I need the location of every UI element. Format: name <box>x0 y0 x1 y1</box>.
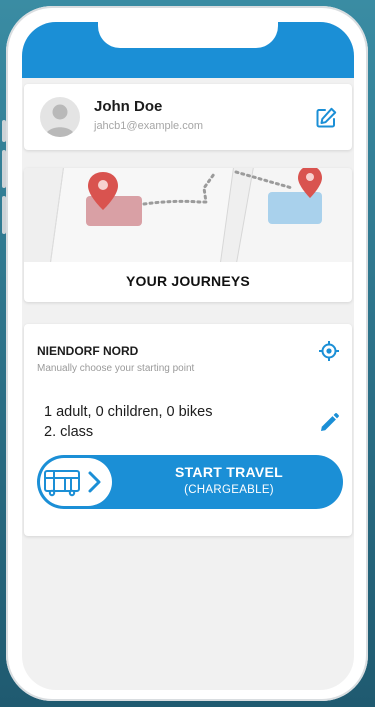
passenger-summary: 1 adult, 0 children, 0 bikes 2. class <box>44 402 212 442</box>
bus-slider-handle[interactable] <box>40 458 112 506</box>
start-travel-label: START TRAVEL <box>174 464 284 480</box>
journeys-title: YOUR JOURNEYS <box>126 273 250 289</box>
station-name[interactable]: NIENDORF NORD <box>37 344 138 358</box>
bus-icon <box>44 470 80 497</box>
chargeable-label: (CHARGEABLE) <box>184 484 274 496</box>
start-travel-label-group: START TRAVEL (CHARGEABLE) <box>131 464 327 496</box>
start-travel-button[interactable]: START TRAVEL (CHARGEABLE) <box>37 455 343 509</box>
user-email: jahcb1@example.com <box>94 120 203 132</box>
avatar-icon <box>40 97 80 137</box>
pencil-icon[interactable] <box>318 412 340 434</box>
journeys-map-illustration <box>24 168 352 267</box>
trip-card: NIENDORF NORD Manually choose your start… <box>24 324 352 536</box>
phone-frame: John Doe jahcb1@example.com YOUR JOURNEY… <box>6 6 368 701</box>
app-screen: John Doe jahcb1@example.com YOUR JOURNEY… <box>22 22 354 690</box>
user-name: John Doe <box>94 98 163 115</box>
locate-icon[interactable] <box>318 340 340 362</box>
chevron-right-icon <box>88 471 101 493</box>
profile-card[interactable]: John Doe jahcb1@example.com <box>24 84 352 150</box>
status-bar <box>22 22 354 78</box>
starting-point-hint: Manually choose your starting point <box>37 363 195 374</box>
notch <box>98 22 278 48</box>
edit-icon[interactable] <box>314 106 338 130</box>
journeys-card[interactable]: YOUR JOURNEYS <box>24 168 352 302</box>
passenger-count: 1 adult, 0 children, 0 bikes <box>44 404 213 420</box>
travel-class: 2. class <box>44 424 94 440</box>
